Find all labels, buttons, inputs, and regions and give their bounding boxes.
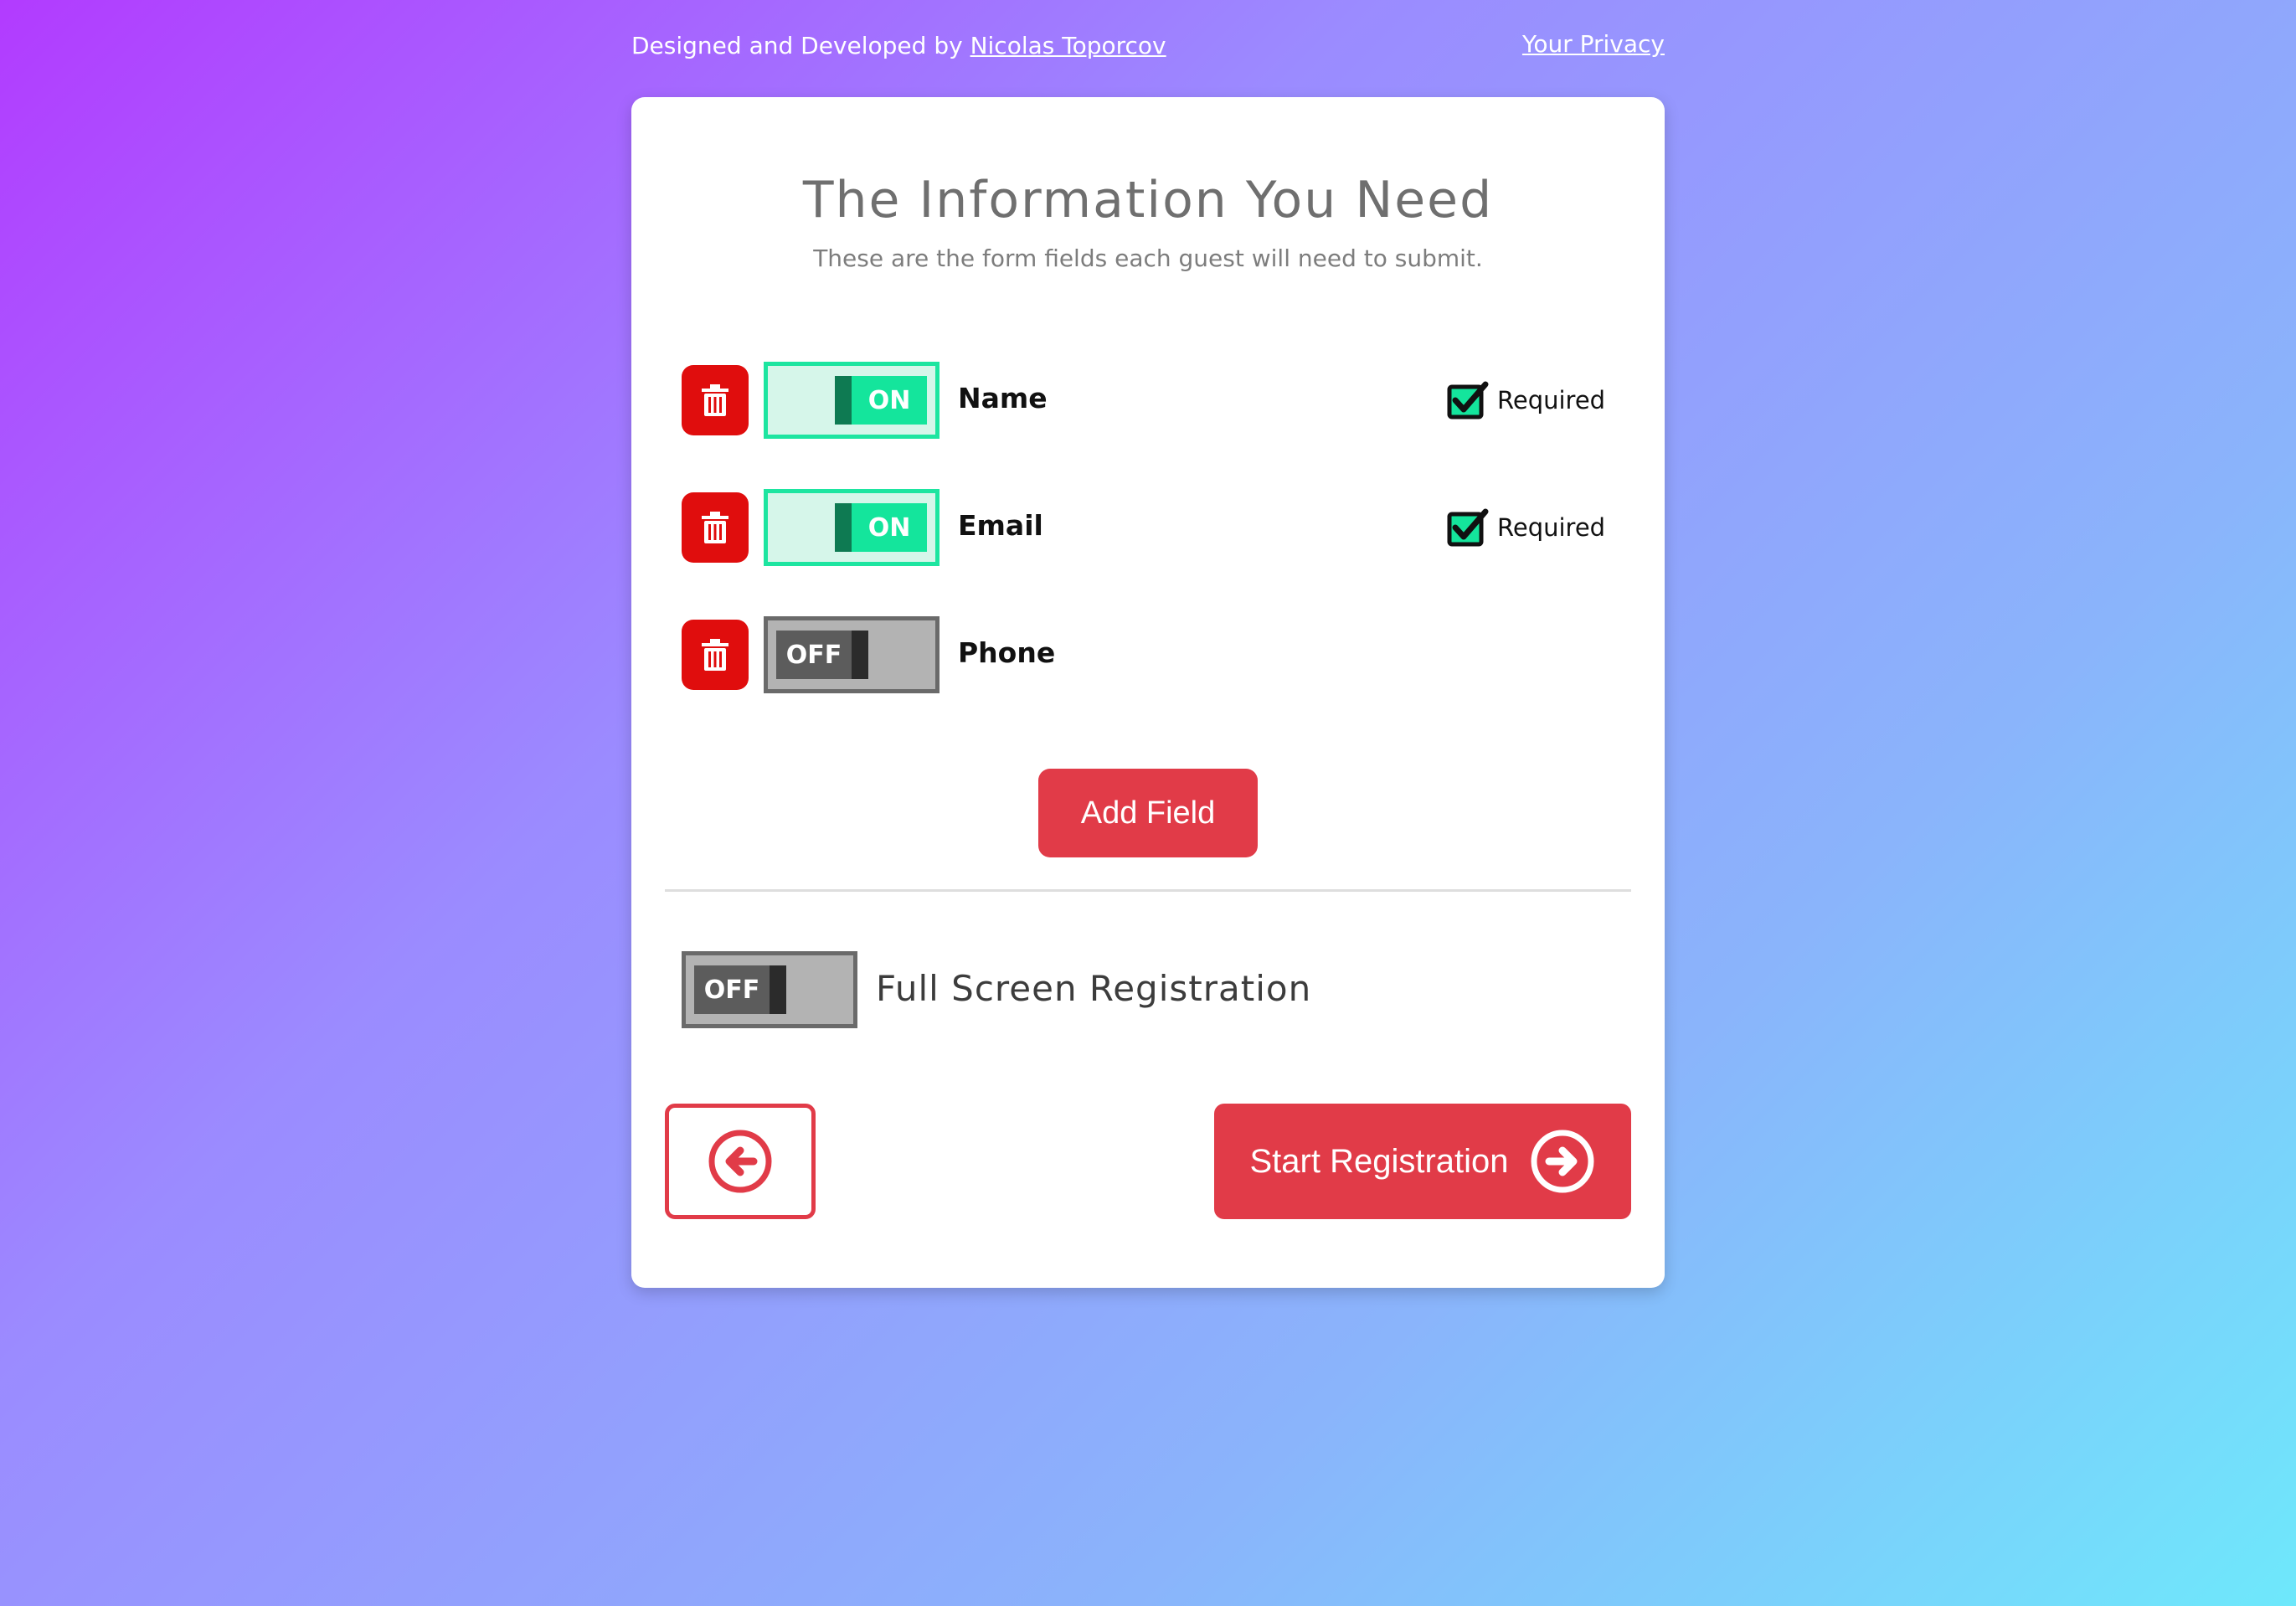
arrow-left-circle-icon (708, 1130, 772, 1193)
required-label: Required (1497, 386, 1606, 414)
field-toggle[interactable]: ON (764, 489, 940, 566)
field-row-email: ON Email Required (682, 489, 1614, 566)
privacy-link[interactable]: Your Privacy (1522, 30, 1665, 58)
trash-icon (702, 512, 728, 543)
trash-icon (702, 384, 728, 416)
full-screen-label: Full Screen Registration (876, 968, 1312, 1009)
required-label: Required (1497, 513, 1606, 542)
field-toggle[interactable]: OFF (764, 616, 940, 693)
toggle-knob: ON (835, 376, 927, 425)
trash-icon (702, 639, 728, 671)
field-toggle[interactable]: ON (764, 362, 940, 439)
field-row-name: ON Name Required (682, 362, 1614, 439)
required-checkbox[interactable]: Required (1447, 507, 1605, 548)
add-field-button[interactable]: Add Field (1038, 769, 1258, 857)
checkbox-checked-icon (1447, 381, 1489, 420)
back-button[interactable] (665, 1104, 816, 1219)
divider (665, 889, 1631, 892)
field-label: Name (958, 382, 1048, 414)
page-title: The Information You Need (802, 171, 1494, 229)
checkbox-checked-icon (1447, 508, 1489, 547)
delete-field-button[interactable] (682, 620, 749, 690)
arrow-right-circle-icon (1531, 1130, 1594, 1193)
credit-line: Designed and Developed by Nicolas Toporc… (631, 32, 1166, 59)
delete-field-button[interactable] (682, 492, 749, 563)
field-label: Email (958, 509, 1043, 542)
field-label: Phone (958, 636, 1056, 669)
page-subtitle: These are the form fields each guest wil… (813, 245, 1483, 272)
delete-field-button[interactable] (682, 365, 749, 435)
toggle-knob: OFF (776, 631, 868, 679)
start-registration-label: Start Registration (1249, 1142, 1509, 1180)
toggle-knob: ON (835, 503, 927, 552)
field-row-phone: OFF Phone (682, 616, 1614, 693)
start-registration-button[interactable]: Start Registration (1214, 1104, 1631, 1219)
author-link[interactable]: Nicolas Toporcov (970, 32, 1166, 59)
required-checkbox[interactable]: Required (1447, 380, 1605, 420)
credit-prefix: Designed and Developed by (631, 32, 963, 59)
full-screen-toggle[interactable]: OFF (682, 951, 857, 1028)
settings-card: The Information You Need These are the f… (631, 97, 1665, 1288)
toggle-knob: OFF (694, 965, 786, 1014)
